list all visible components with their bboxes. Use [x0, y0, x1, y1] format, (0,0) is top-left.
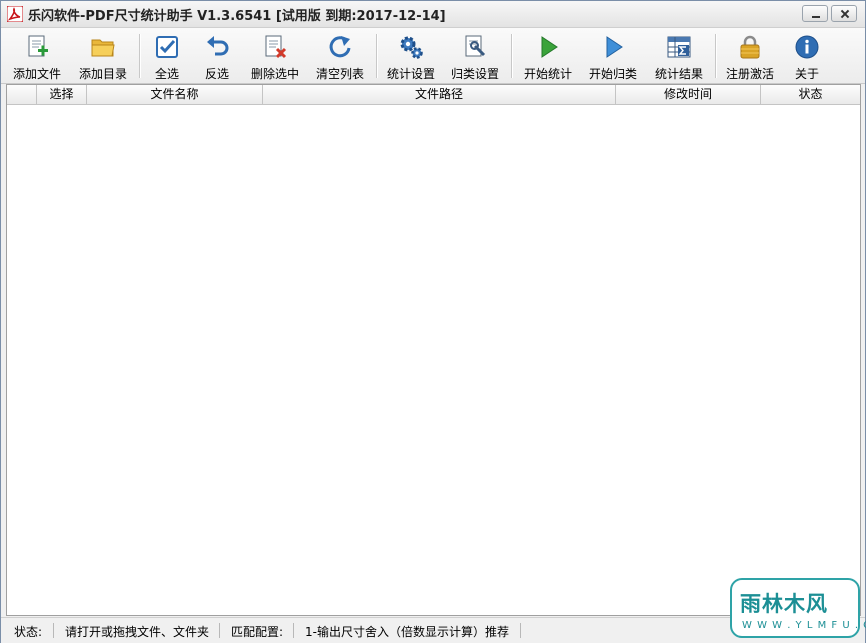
toolbar: 添加文件 添加目录 全选 反选 删除选中 清空列表 统计设置 归类设置 开始统计…: [1, 28, 865, 84]
classify-settings-button[interactable]: 归类设置: [449, 30, 501, 82]
column-header-filename[interactable]: 文件名称: [87, 85, 263, 104]
checkbox-icon: [156, 36, 178, 58]
add-file-icon: [28, 35, 48, 57]
add-file-label: 添加文件: [12, 67, 61, 81]
delete-selected-button[interactable]: 删除选中: [249, 30, 301, 82]
row-indicator-header: [7, 85, 37, 104]
select-all-label: 全选: [154, 67, 179, 81]
about-button[interactable]: 关于: [789, 30, 825, 82]
stat-results-button[interactable]: 统计结果: [653, 30, 705, 82]
window-title: 乐闪软件-PDF尺寸统计助手 V1.3.6541 [试用版 到期:2017-12…: [28, 9, 446, 24]
stat-settings-button[interactable]: 统计设置: [385, 30, 437, 82]
delete-document-icon: [265, 35, 287, 59]
table-header: 选择 文件名称 文件路径 修改时间 状态: [7, 85, 860, 105]
start-classify-label: 开始归类: [588, 67, 637, 81]
config-value: 1-输出尺寸舍入（倍数显示计算）推荐: [305, 625, 509, 639]
start-stat-button[interactable]: 开始统计: [522, 30, 574, 82]
select-all-button[interactable]: 全选: [149, 30, 185, 82]
title-bar: 乐闪软件-PDF尺寸统计助手 V1.3.6541 [试用版 到期:2017-12…: [1, 1, 865, 28]
refresh-icon: [329, 36, 351, 58]
status-separator: [520, 623, 521, 638]
lock-icon: [740, 35, 760, 59]
start-classify-button[interactable]: 开始归类: [587, 30, 639, 82]
config-label: 匹配配置:: [231, 625, 284, 639]
status-label: 状态:: [14, 625, 43, 639]
info-icon: [795, 35, 819, 59]
clear-list-button[interactable]: 清空列表: [314, 30, 366, 82]
gears-icon: [400, 36, 423, 59]
folder-icon: [91, 39, 115, 57]
close-button[interactable]: [831, 5, 857, 22]
add-folder-button[interactable]: 添加目录: [75, 30, 131, 82]
status-separator: [53, 623, 54, 638]
minimize-button[interactable]: [802, 5, 828, 22]
close-icon: [832, 6, 856, 21]
delete-selected-label: 删除选中: [250, 67, 299, 81]
status-separator: [293, 623, 294, 638]
toolbar-separator: [139, 34, 141, 78]
register-label: 注册激活: [725, 67, 774, 81]
column-header-select[interactable]: 选择: [37, 85, 87, 104]
watermark-logo: 雨林木风 W W W . Y L M F U . C O M: [730, 578, 866, 638]
toolbar-separator: [376, 34, 378, 78]
clear-list-label: 清空列表: [315, 67, 364, 81]
minimize-icon: [803, 6, 827, 21]
undo-arrow-icon: [207, 36, 229, 56]
play-green-icon: [541, 36, 558, 58]
start-stat-label: 开始统计: [523, 67, 572, 81]
column-header-filepath[interactable]: 文件路径: [263, 85, 616, 104]
about-label: 关于: [794, 67, 819, 81]
classify-settings-label: 归类设置: [450, 67, 499, 81]
play-blue-icon: [606, 36, 623, 58]
column-header-status[interactable]: 状态: [761, 85, 860, 104]
file-list-table[interactable]: 选择 文件名称 文件路径 修改时间 状态: [6, 84, 861, 616]
watermark-url-text: W W W . Y L M F U . C O M: [742, 620, 866, 631]
invert-selection-button[interactable]: 反选: [199, 30, 235, 82]
add-folder-label: 添加目录: [78, 67, 127, 81]
table-sigma-icon: [667, 36, 691, 58]
app-window: 乐闪软件-PDF尺寸统计助手 V1.3.6541 [试用版 到期:2017-12…: [0, 0, 866, 643]
status-separator: [219, 623, 220, 638]
column-header-modified[interactable]: 修改时间: [616, 85, 761, 104]
toolbar-separator: [715, 34, 717, 78]
watermark-main-text: 雨林木风: [740, 592, 828, 616]
document-wrench-icon: [465, 35, 486, 57]
pdf-logo-icon: [6, 5, 24, 23]
invert-label: 反选: [204, 67, 229, 81]
stat-settings-label: 统计设置: [386, 67, 435, 81]
toolbar-separator: [511, 34, 513, 78]
stat-results-label: 统计结果: [654, 67, 703, 81]
status-message: 请打开或拖拽文件、文件夹: [65, 625, 210, 639]
add-file-button[interactable]: 添加文件: [10, 30, 64, 82]
register-button[interactable]: 注册激活: [724, 30, 776, 82]
